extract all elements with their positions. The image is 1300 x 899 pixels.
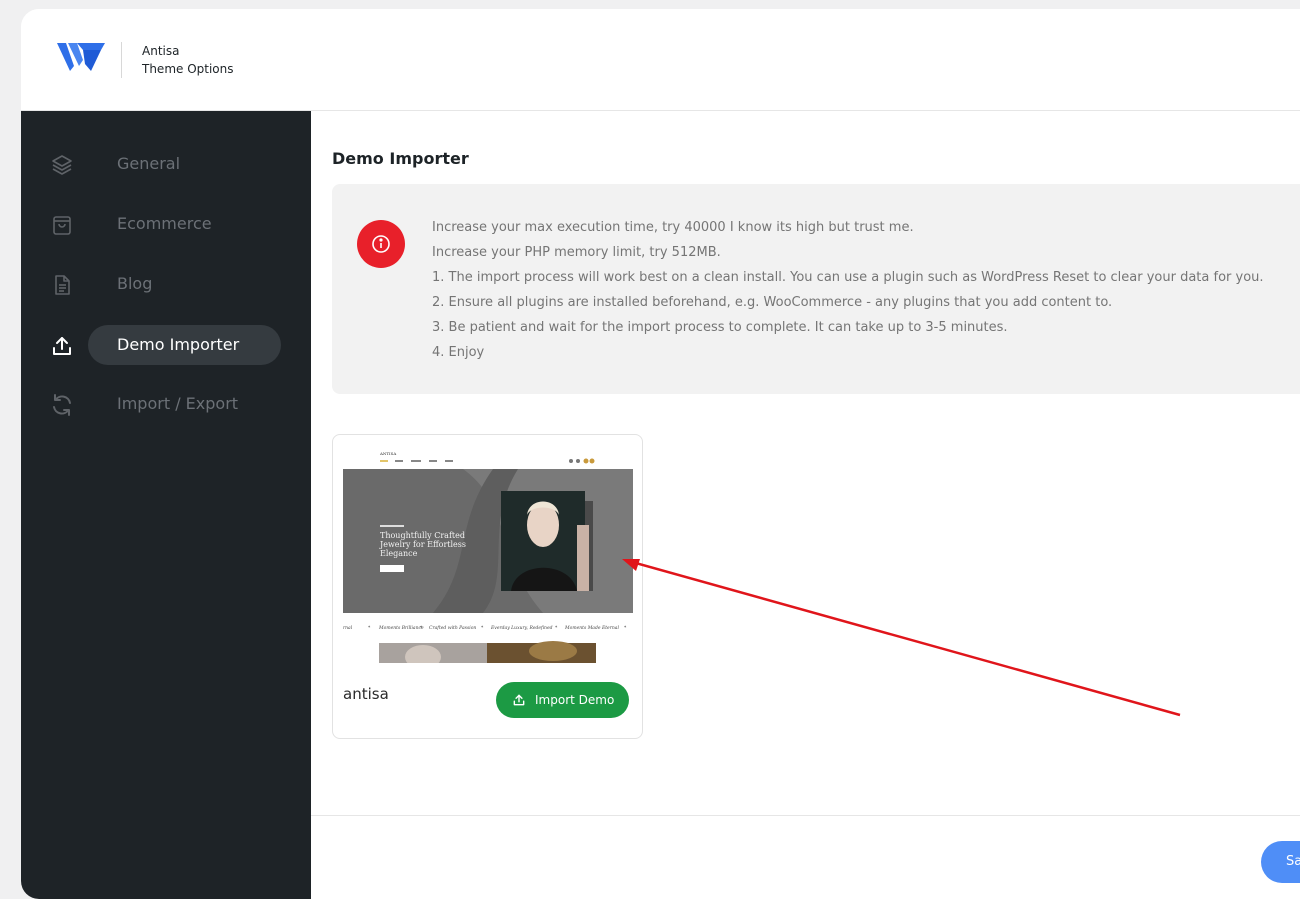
sidebar-item-label: Import / Export: [117, 394, 239, 413]
notice-line: Increase your max execution time, try 40…: [432, 220, 914, 235]
demo-preview-image[interactable]: ANTISA Thoughtfully Crafted Jewelry for …: [343, 445, 633, 663]
sidebar-item-blog[interactable]: Blog: [21, 264, 311, 304]
preview-site-logo: ANTISA: [379, 451, 396, 456]
notice-line: 2. Ensure all plugins are installed befo…: [432, 295, 1113, 310]
sidebar-item-label: Ecommerce: [117, 214, 212, 233]
preview-headline: Thoughtfully Crafted: [380, 531, 465, 540]
demo-preview-illustration: ANTISA Thoughtfully Crafted Jewelry for …: [343, 445, 633, 663]
layers-icon: [50, 153, 74, 177]
main-content: Demo Importer Increase your max executio…: [311, 111, 1300, 899]
sidebar-item-import-export[interactable]: Import / Export: [21, 384, 311, 424]
notice-line: 3. Be patient and wait for the import pr…: [432, 320, 1008, 335]
brand-name: Antisa: [142, 44, 180, 58]
demo-card: ANTISA Thoughtfully Crafted Jewelry for …: [332, 434, 643, 739]
footer-divider: [311, 815, 1300, 816]
brand-title: Antisa Theme Options: [142, 42, 234, 78]
header-divider: [121, 42, 122, 78]
sidebar: General Ecommerce Blog Demo Importer Imp…: [21, 111, 311, 899]
save-button-label: Sa: [1286, 854, 1300, 869]
info-icon: [357, 220, 405, 268]
notice-line: 1. The import process will work best on …: [432, 270, 1264, 285]
notice-text: Increase your max execution time, try 40…: [432, 215, 1264, 365]
shopping-bag-icon: [50, 213, 74, 237]
brand-subtitle: Theme Options: [142, 62, 234, 76]
import-notice: Increase your max execution time, try 40…: [332, 184, 1300, 394]
header: Antisa Theme Options: [21, 9, 1300, 111]
brand-logo-icon: [57, 43, 105, 71]
preview-marquee-item: Moments Made Eternal: [564, 625, 619, 631]
preview-marquee-item: rnal: [343, 625, 353, 631]
notice-line: 4. Enjoy: [432, 345, 485, 360]
preview-marquee-item: Moments Brilliance: [378, 625, 424, 631]
import-demo-button[interactable]: Import Demo: [496, 682, 629, 718]
upload-icon: [513, 694, 525, 706]
sidebar-item-general[interactable]: General: [21, 144, 311, 184]
preview-marquee-item: Everday Luxury, Redefined: [490, 625, 553, 631]
preview-marquee-item: Crafted with Passion: [429, 625, 476, 631]
upload-icon: [50, 334, 74, 358]
import-demo-label: Import Demo: [535, 693, 615, 707]
notice-line: Increase your PHP memory limit, try 512M…: [432, 245, 721, 260]
sidebar-item-label: Demo Importer: [117, 335, 240, 354]
document-icon: [50, 273, 74, 297]
theme-options-panel: Antisa Theme Options General Ecommerce B…: [21, 9, 1300, 899]
refresh-icon: [50, 393, 74, 417]
sidebar-item-label: General: [117, 154, 181, 173]
demo-name: antisa: [343, 685, 389, 703]
sidebar-item-ecommerce[interactable]: Ecommerce: [21, 204, 311, 244]
preview-headline: Elegance: [380, 549, 418, 558]
sidebar-item-label: Blog: [117, 274, 153, 293]
sidebar-item-demo-importer[interactable]: Demo Importer: [21, 325, 311, 365]
save-button[interactable]: Sa: [1261, 841, 1300, 883]
preview-headline: Jewelry for Effortless: [379, 540, 466, 549]
page-title: Demo Importer: [332, 149, 469, 168]
